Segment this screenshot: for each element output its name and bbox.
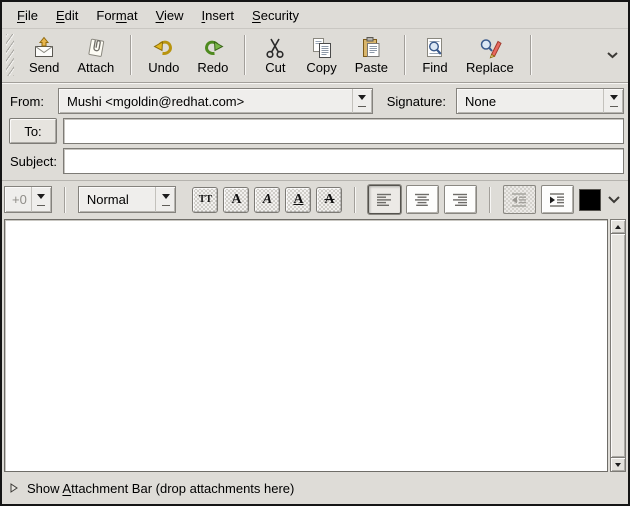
subject-input[interactable] [63,148,624,174]
toolbar-separator [130,35,132,75]
undo-icon [152,36,176,60]
format-separator [354,187,356,213]
typewriter-button[interactable]: TT [192,187,218,213]
toolbar-grip-handle[interactable] [6,34,14,76]
from-label: From: [6,94,58,109]
align-center-button[interactable] [406,185,439,214]
font-size-dropdown-arrow-icon [31,187,51,212]
toolbar-separator [404,35,406,75]
from-select[interactable]: Mushi <mgoldin@redhat.com> [58,88,373,114]
indent-icon [549,193,566,207]
align-right-button[interactable] [444,185,477,214]
toolbar-separator [530,35,532,75]
undo-button[interactable]: Undo [139,31,188,79]
unindent-icon [511,193,528,207]
bold-button[interactable]: A [223,187,249,213]
from-dropdown-arrow-icon [352,89,372,113]
font-size-value: +0 [5,192,31,207]
chevron-down-icon [607,195,621,204]
to-row: To: [6,118,624,144]
cut-icon [263,36,287,60]
scroll-down-button[interactable] [610,457,626,472]
to-button[interactable]: To: [9,118,57,144]
to-input[interactable] [63,118,624,144]
menu-bar: File Edit Format View Insert Security [2,2,628,29]
main-toolbar: Send Attach Undo [2,29,628,82]
signature-dropdown-arrow-icon [603,89,623,113]
subject-row: Subject: [6,148,624,174]
arrow-up-icon [615,222,621,229]
arrow-down-icon [615,463,621,470]
format-separator [489,187,491,213]
signature-label: Signature: [387,94,446,109]
signature-value: None [457,94,603,109]
message-body-area [2,218,628,472]
attach-icon [84,36,108,60]
format-overflow-button[interactable] [606,185,622,215]
attachment-bar-toggle[interactable]: Show Attachment Bar (drop attachments he… [2,472,628,504]
replace-icon [478,36,502,60]
mail-composer-window: File Edit Format View Insert Security Se… [0,0,630,506]
align-left-button[interactable] [368,185,401,214]
send-icon [32,36,56,60]
expander-triangle-icon [10,483,18,493]
text-color-button[interactable] [579,189,601,211]
menu-file[interactable]: File [8,4,47,27]
subject-label: Subject: [6,154,63,169]
menu-format[interactable]: Format [87,4,146,27]
find-button[interactable]: Find [413,31,457,79]
paste-icon [359,36,383,60]
menu-security[interactable]: Security [243,4,308,27]
toolbar-overflow-button[interactable] [602,40,622,70]
header-fields: From: Mushi <mgoldin@redhat.com> Signatu… [2,84,628,180]
menu-edit[interactable]: Edit [47,4,87,27]
from-value: Mushi <mgoldin@redhat.com> [59,94,352,109]
replace-button[interactable]: Replace [457,31,523,79]
attach-button[interactable]: Attach [68,31,123,79]
paragraph-style-value: Normal [79,192,155,207]
send-button[interactable]: Send [20,31,68,79]
italic-button[interactable]: A [254,187,280,213]
redo-icon [201,36,225,60]
font-size-select[interactable]: +0 [4,186,52,213]
text-color-swatch [580,190,600,210]
style-dropdown-arrow-icon [155,187,175,212]
align-left-icon [376,193,393,207]
format-toolbar: +0 Normal TT A A A A [2,180,628,218]
find-icon [423,36,447,60]
cut-button[interactable]: Cut [253,31,297,79]
underline-button[interactable]: A [285,187,311,213]
unindent-button[interactable] [503,185,536,214]
scrollbar-thumb[interactable] [610,234,626,457]
toolbar-separator [244,35,246,75]
vertical-scrollbar [610,219,626,472]
menu-insert[interactable]: Insert [193,4,244,27]
redo-button[interactable]: Redo [188,31,237,79]
copy-icon [310,36,334,60]
menu-view[interactable]: View [147,4,193,27]
indent-button[interactable] [541,185,574,214]
from-row: From: Mushi <mgoldin@redhat.com> Signatu… [6,88,624,114]
paragraph-style-select[interactable]: Normal [78,186,176,213]
copy-button[interactable]: Copy [297,31,345,79]
format-separator [64,187,66,213]
align-right-icon [452,193,469,207]
scroll-up-button[interactable] [610,219,626,234]
align-center-icon [414,193,431,207]
paste-button[interactable]: Paste [346,31,397,79]
attachment-bar-label: Show Attachment Bar (drop attachments he… [27,481,294,496]
strikethrough-button[interactable]: A [316,187,342,213]
message-body-editor[interactable] [4,219,608,472]
chevron-down-icon [606,51,619,59]
signature-select[interactable]: None [456,88,624,114]
